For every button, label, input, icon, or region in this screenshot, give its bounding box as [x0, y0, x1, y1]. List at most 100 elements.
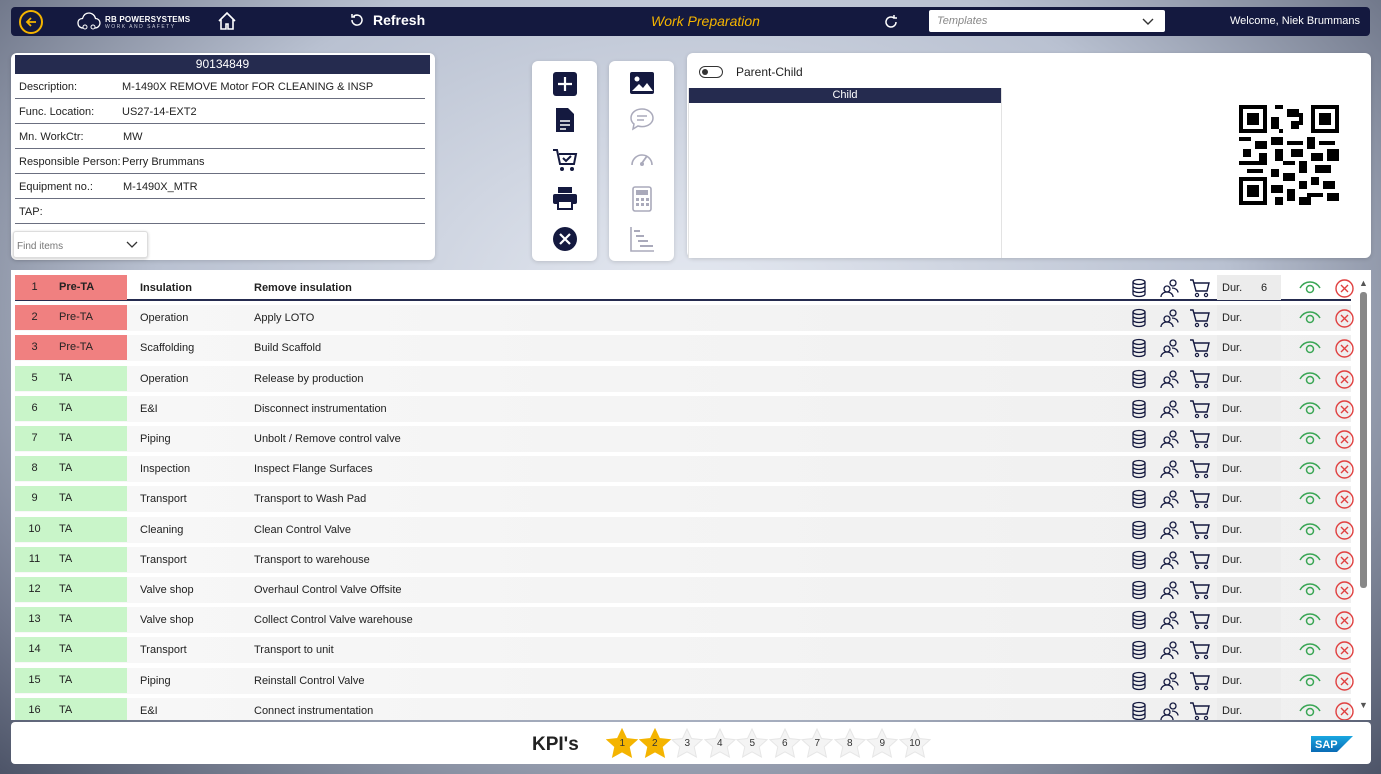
duration-field[interactable]: Dur. — [1217, 577, 1281, 602]
cart-check-button[interactable] — [552, 147, 578, 173]
cart-button[interactable] — [1189, 399, 1211, 422]
table-row[interactable]: 2 Pre-TA Operation Apply LOTO Dur. — [15, 305, 1354, 332]
assign-people-button[interactable] — [1160, 429, 1180, 452]
table-row[interactable]: 15 TA Piping Reinstall Control Valve Dur… — [15, 667, 1354, 694]
add-button[interactable] — [552, 71, 578, 97]
database-button[interactable] — [1131, 308, 1147, 331]
kpi-star[interactable]: 9 — [865, 727, 899, 758]
delete-button[interactable] — [1335, 671, 1354, 694]
database-button[interactable] — [1131, 610, 1147, 633]
kpi-star[interactable]: 8 — [833, 727, 867, 758]
view-button[interactable] — [1299, 582, 1321, 601]
duration-field[interactable]: Dur. — [1217, 637, 1281, 663]
kpi-star[interactable]: 1 — [605, 727, 639, 758]
cart-button[interactable] — [1189, 459, 1211, 482]
delete-button[interactable] — [1335, 430, 1354, 452]
delete-button[interactable] — [1335, 400, 1354, 422]
delete-button[interactable] — [1335, 490, 1354, 512]
parent-child-toggle[interactable] — [699, 66, 723, 78]
assign-people-button[interactable] — [1160, 610, 1180, 633]
view-button[interactable] — [1299, 612, 1321, 631]
table-row[interactable]: 8 TA Inspection Inspect Flange Surfaces … — [15, 456, 1354, 483]
duration-field[interactable]: Dur. — [1217, 456, 1281, 482]
assign-people-button[interactable] — [1160, 369, 1180, 392]
table-row[interactable]: 12 TA Valve shop Overhaul Control Valve … — [15, 577, 1354, 603]
cart-button[interactable] — [1189, 520, 1211, 543]
assign-people-button[interactable] — [1160, 550, 1180, 573]
duration-field[interactable]: Dur. — [1217, 516, 1281, 542]
table-row[interactable]: 10 TA Cleaning Clean Control Valve Dur. — [15, 516, 1354, 543]
view-button[interactable] — [1299, 310, 1321, 329]
view-button[interactable] — [1299, 491, 1321, 510]
table-row[interactable]: 13 TA Valve shop Collect Control Valve w… — [15, 607, 1354, 634]
cart-button[interactable] — [1189, 701, 1211, 720]
cart-button[interactable] — [1189, 580, 1211, 603]
delete-button[interactable] — [1335, 702, 1354, 720]
assign-people-button[interactable] — [1160, 308, 1180, 331]
document-button[interactable] — [554, 107, 576, 133]
delete-button[interactable] — [1335, 309, 1354, 331]
delete-button[interactable] — [1335, 339, 1354, 361]
view-button[interactable] — [1299, 552, 1321, 571]
kpi-star[interactable]: 2 — [638, 727, 672, 758]
duration-field[interactable]: Dur. — [1217, 335, 1281, 361]
database-button[interactable] — [1131, 429, 1147, 452]
gauge-button[interactable] — [629, 147, 655, 169]
duration-field[interactable]: Dur. — [1217, 697, 1281, 720]
kpi-star[interactable]: 4 — [703, 727, 737, 758]
database-button[interactable] — [1131, 701, 1147, 720]
database-button[interactable] — [1131, 520, 1147, 543]
kpi-star-rating[interactable]: 1 2 3 4 5 6 7 8 9 10 — [605, 727, 932, 758]
database-button[interactable] — [1131, 459, 1147, 482]
assign-people-button[interactable] — [1160, 459, 1180, 482]
cart-button[interactable] — [1189, 429, 1211, 452]
delete-button[interactable] — [1335, 611, 1354, 633]
duration-field[interactable]: Dur. — [1217, 486, 1281, 512]
image-button[interactable] — [629, 71, 655, 95]
cart-button[interactable] — [1189, 610, 1211, 633]
table-row[interactable]: 11 TA Transport Transport to warehouse D… — [15, 546, 1354, 573]
delete-button[interactable] — [1335, 520, 1354, 543]
view-button[interactable] — [1299, 401, 1321, 420]
templates-dropdown[interactable]: Templates — [929, 10, 1165, 32]
back-button[interactable] — [19, 10, 43, 34]
kpi-star[interactable]: 5 — [735, 727, 769, 758]
view-button[interactable] — [1299, 703, 1321, 720]
duration-field[interactable]: Dur. — [1217, 365, 1281, 391]
table-row[interactable]: 9 TA Transport Transport to Wash Pad Dur… — [15, 486, 1354, 513]
table-row[interactable]: 7 TA Piping Unbolt / Remove control valv… — [15, 426, 1354, 452]
database-button[interactable] — [1131, 278, 1147, 301]
cart-button[interactable] — [1189, 671, 1211, 694]
duration-field[interactable]: Dur. — [1217, 667, 1281, 693]
database-button[interactable] — [1131, 550, 1147, 573]
database-button[interactable] — [1131, 671, 1147, 694]
cart-button[interactable] — [1189, 489, 1211, 512]
table-row[interactable]: 1 Pre-TA Insulation Remove insulation Du… — [15, 275, 1354, 301]
delete-button[interactable] — [1335, 551, 1354, 573]
duration-field[interactable]: Dur. — [1217, 607, 1281, 633]
reload-button[interactable] — [882, 13, 900, 34]
delete-button[interactable] — [1335, 581, 1354, 603]
duration-field[interactable]: Dur. — [1217, 305, 1281, 331]
view-button[interactable] — [1299, 371, 1321, 390]
delete-button[interactable] — [1335, 369, 1354, 392]
table-row[interactable]: 16 TA E&I Connect instrumentation Dur. — [15, 697, 1354, 720]
kpi-star[interactable]: 10 — [898, 727, 932, 758]
database-button[interactable] — [1131, 580, 1147, 603]
assign-people-button[interactable] — [1160, 399, 1180, 422]
delete-button[interactable] — [1335, 460, 1354, 482]
assign-people-button[interactable] — [1160, 701, 1180, 720]
view-button[interactable] — [1299, 461, 1321, 480]
refresh-button[interactable]: Refresh — [349, 12, 425, 28]
assign-people-button[interactable] — [1160, 520, 1180, 543]
duration-field[interactable]: Dur. — [1217, 275, 1281, 300]
view-button[interactable] — [1299, 673, 1321, 692]
table-row[interactable]: 14 TA Transport Transport to unit Dur. — [15, 637, 1354, 664]
duration-field[interactable]: Dur. — [1217, 546, 1281, 572]
assign-people-button[interactable] — [1160, 278, 1180, 301]
scrollbar-thumb[interactable] — [1360, 292, 1367, 588]
view-button[interactable] — [1299, 431, 1321, 450]
assign-people-button[interactable] — [1160, 580, 1180, 603]
cart-button[interactable] — [1189, 369, 1211, 392]
cart-button[interactable] — [1189, 308, 1211, 331]
